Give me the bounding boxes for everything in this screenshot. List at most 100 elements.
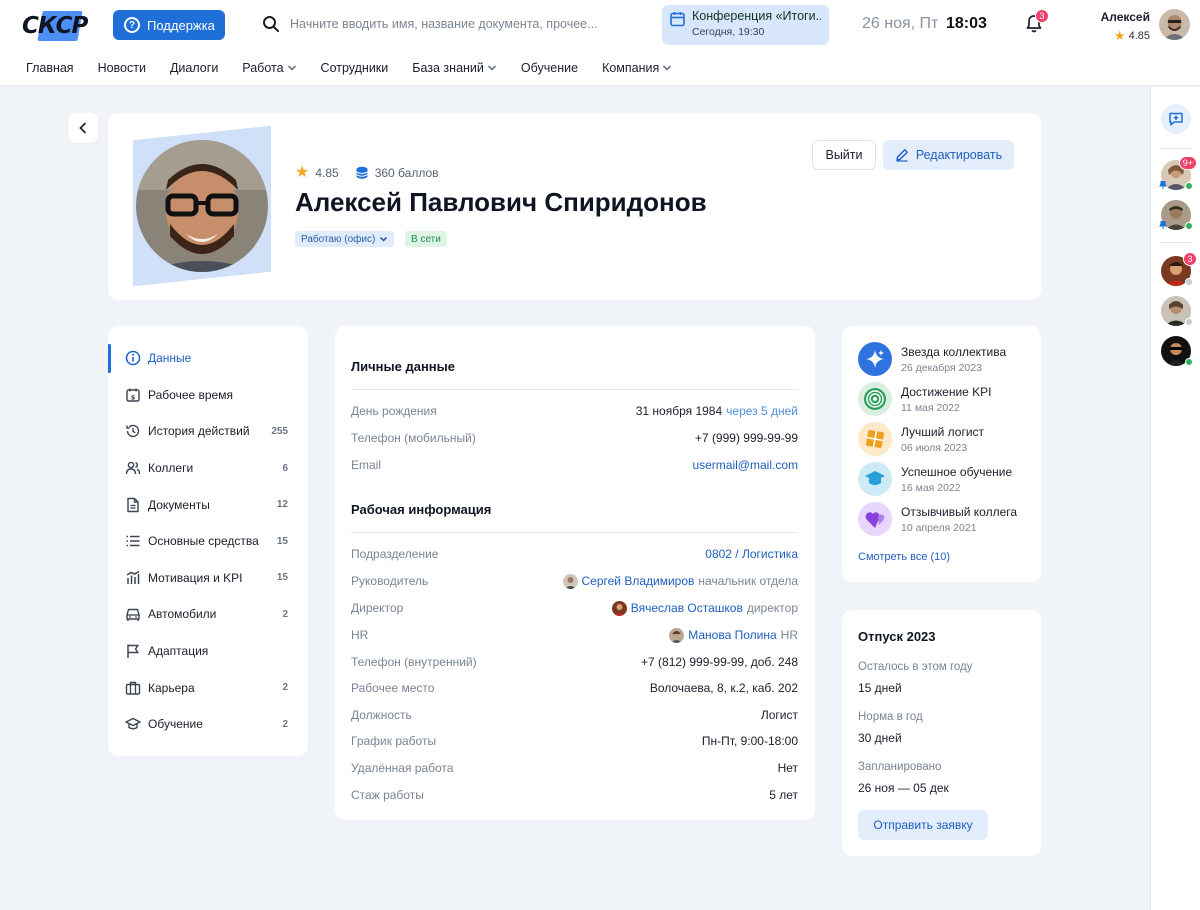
chevron-down-icon [487,65,496,71]
field-position: Должность Логист [351,708,798,722]
work-status-select[interactable]: Работаю (офис) [295,231,395,247]
achievements-card: Звезда коллектива 26 декабря 2023 Достиже… [842,326,1041,582]
menu-item-adaptation[interactable]: Адаптация [108,633,308,670]
nav-item-dialogs[interactable]: Диалоги [170,61,218,75]
manager-link[interactable]: Сергей Владимиров [582,574,695,588]
online-status-dot [1185,358,1193,366]
nav-item-work[interactable]: Работа [242,61,296,75]
coins-icon [355,166,368,179]
search-icon[interactable] [262,15,280,33]
event-time: Сегодня, 19:30 [692,26,765,38]
notifications-button[interactable]: 3 [1025,9,1049,34]
event-title: Конференция «Итоги... [692,9,821,23]
menu-item-assets[interactable]: Основные средства 15 [108,523,308,560]
nav-item-home[interactable]: Главная [26,61,74,75]
work-info-title: Рабочая информация [351,502,492,517]
menu-item-motivation-kpi[interactable]: Мотивация и KPI 15 [108,560,308,597]
send-request-button[interactable]: Отправить заявку [858,810,988,840]
profile-rating: 4.85 [315,166,339,180]
chevron-down-icon [380,236,388,242]
profile-points: 360 баллов [374,166,439,180]
department-link[interactable]: 0802 / Логистика [705,547,798,561]
search-input[interactable] [290,17,620,31]
briefcase-icon [125,680,141,696]
director-link[interactable]: Вячеслав Осташков [631,601,743,615]
vacation-card: Отпуск 2023 Осталось в этом году 15 дней… [842,610,1041,856]
online-status-badge: В сети [405,231,447,247]
menu-item-history[interactable]: История действий 255 [108,413,308,450]
achievement-item[interactable]: Достижение KPI 11 мая 2022 [858,382,992,416]
field-inner-phone: Телефон (внутренний) +7 (812) 999-99-99,… [351,655,798,669]
vacation-norm-label: Норма в год [858,711,923,723]
edit-profile-button[interactable]: Редактировать [883,140,1014,170]
menu-item-count: 2 [282,682,288,694]
chat-avatar[interactable]: 3 [1161,252,1197,286]
hr-link[interactable]: Манова Полина [688,628,776,642]
car-icon [125,606,141,622]
vacation-planned-label: Запланировано [858,761,942,773]
chart-icon [125,570,141,586]
profile-sections-menu: Данные $ Рабочее время История действий … [108,326,308,756]
chat-avatar[interactable]: 9+ [1159,156,1197,190]
pencil-icon [896,149,908,162]
star-icon: ★ [1113,28,1126,43]
field-department: Подразделение 0802 / Логистика [351,547,798,561]
chat-rail: 9+ 3 [1150,87,1200,910]
chat-unread-badge: 3 [1183,252,1197,266]
top-bar: СКСР ? Поддержка Конференция «Итоги... С… [0,0,1200,86]
list-icon [125,533,141,549]
star-icon: ★ [295,164,310,181]
email-link[interactable]: usermail@mail.com [692,458,798,472]
vacation-norm-value: 30 дней [858,731,902,745]
menu-item-count: 2 [282,718,288,730]
nav-item-knowledge-base[interactable]: База знаний [412,61,497,75]
menu-item-learning[interactable]: Обучение 2 [108,706,308,743]
nav-item-learning[interactable]: Обучение [521,61,578,75]
menu-item-colleagues[interactable]: Коллеги 6 [108,450,308,487]
achievement-item[interactable]: Лучший логист 06 июля 2023 [858,422,984,456]
graduation-icon [125,716,141,732]
menu-item-data[interactable]: Данные [108,340,308,377]
support-button[interactable]: ? Поддержка [113,10,225,40]
chat-avatar[interactable] [1161,296,1193,326]
event-reminder[interactable]: Конференция «Итоги... Сегодня, 19:30 [662,5,829,45]
info-icon [125,350,141,366]
graduation-icon [858,462,892,496]
chat-unread-badge: 9+ [1178,156,1197,170]
back-button[interactable] [68,113,98,143]
see-all-achievements-link[interactable]: Смотреть все (10) [858,551,950,563]
current-date: 26 ноя, Пт [862,15,939,32]
achievement-item[interactable]: Звезда коллектива 26 декабря 2023 [858,342,1006,376]
menu-item-career[interactable]: Карьера 2 [108,669,308,706]
new-chat-button[interactable] [1161,104,1191,134]
vacation-title: Отпуск 2023 [858,629,936,644]
nav-item-employees[interactable]: Сотрудники [321,61,389,75]
current-time: 18:03 [946,15,987,32]
logo[interactable]: СКСР [22,8,88,44]
divider [351,532,798,533]
calendar-money-icon: $ [125,387,141,403]
field-tenure: Стаж работы 5 лет [351,788,798,802]
achievement-item[interactable]: Успешное обучение 16 мая 2022 [858,462,1012,496]
user-avatar[interactable] [1159,9,1190,40]
chat-avatar[interactable] [1159,200,1193,230]
profile-avatar [128,125,276,287]
flag-icon [125,643,141,659]
search-bar [262,12,642,36]
user-rating: ★ 4.85 [1114,28,1150,44]
menu-item-documents[interactable]: Документы 12 [108,486,308,523]
users-icon [125,460,141,476]
menu-item-cars[interactable]: Автомобили 2 [108,596,308,633]
avatar [669,627,685,643]
nav-item-news[interactable]: Новости [98,61,146,75]
field-mobile-phone: Телефон (мобильный) +7 (999) 999-99-99 [351,431,798,445]
chevron-down-icon [287,65,296,71]
chat-avatar[interactable] [1161,336,1193,366]
logout-button[interactable]: Выйти [812,140,876,170]
user-name[interactable]: Алексей [1101,10,1150,24]
achievement-item[interactable]: Отзывчивый коллега 10 апреля 2021 [858,502,1017,536]
nav-item-company[interactable]: Компания [602,61,672,75]
profile-full-name: Алексей Павлович Спиридонов [295,187,707,217]
profile-meta: ★ 4.85 360 баллов [295,165,439,181]
menu-item-work-time[interactable]: $ Рабочее время [108,377,308,414]
